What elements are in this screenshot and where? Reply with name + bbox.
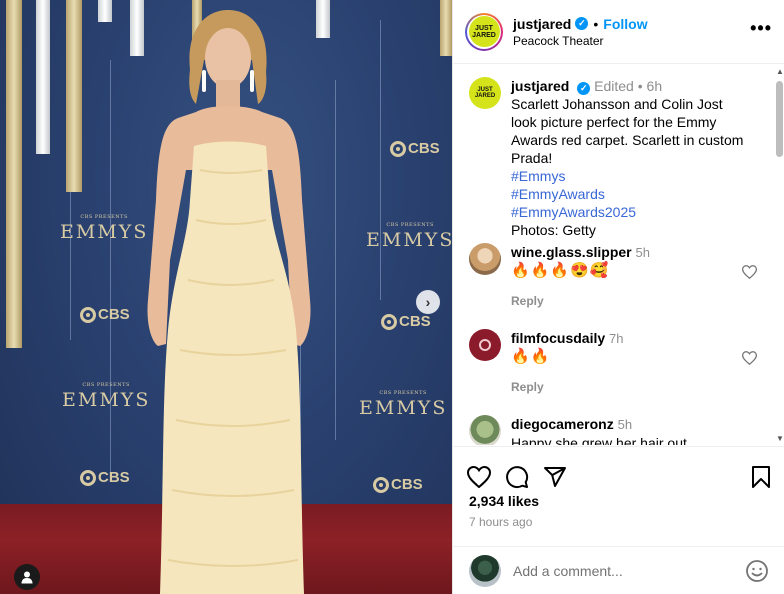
comment-like-icon[interactable] bbox=[742, 351, 757, 365]
person-figure bbox=[147, 10, 311, 594]
reply-button[interactable]: Reply bbox=[511, 378, 769, 396]
comment-like-icon[interactable] bbox=[742, 265, 757, 279]
more-icon[interactable]: ••• bbox=[750, 18, 772, 45]
chevron-right-icon: › bbox=[425, 294, 431, 310]
comment-input[interactable] bbox=[513, 562, 745, 579]
reply-button[interactable]: Reply bbox=[511, 292, 769, 310]
commenter-username[interactable]: diegocameronz bbox=[511, 416, 614, 432]
comment-item: wine.glass.slipper 5h 🔥🔥🔥😍🥰 Reply bbox=[453, 243, 784, 310]
hashtag-link[interactable]: #EmmyAwards bbox=[511, 185, 751, 203]
comment-text: 🔥🔥 bbox=[511, 348, 551, 365]
hashtag-link[interactable]: #Emmys bbox=[511, 167, 751, 185]
like-icon bbox=[467, 466, 491, 488]
save-button[interactable] bbox=[751, 465, 771, 489]
like-button[interactable] bbox=[467, 466, 491, 488]
user-tag-icon bbox=[21, 571, 33, 584]
comments-list[interactable]: ▲ ▼ JUST JARED justjared ✓ Edited • 6h S… bbox=[453, 65, 784, 445]
commenter-username[interactable]: filmfocusdaily bbox=[511, 330, 605, 346]
verified-icon: ✓ bbox=[575, 17, 589, 30]
comment-text: 🔥🔥🔥😍🥰 bbox=[511, 262, 610, 279]
hashtag-link[interactable]: #EmmyAwards2025 bbox=[511, 203, 751, 221]
author-username[interactable]: justjared bbox=[513, 16, 571, 32]
post-photo[interactable]: CBS PRESENTS EMMYS CBS PRESENTS EMMYS CBS … bbox=[0, 0, 452, 594]
caption-time[interactable]: 6h bbox=[647, 78, 663, 94]
save-icon bbox=[752, 466, 770, 488]
comment-item: diegocameronz 5h Happy she grew her hair… bbox=[453, 415, 784, 445]
likes-count[interactable]: 2,934 likes bbox=[453, 493, 784, 509]
share-button[interactable] bbox=[543, 465, 567, 489]
caption-text: Scarlett Johansson and Colin Jost look p… bbox=[511, 96, 744, 166]
edited-label: Edited bbox=[594, 78, 634, 94]
post-header: JUST JARED justjared ✓ • Follow Peacock … bbox=[453, 0, 784, 64]
share-icon bbox=[544, 467, 566, 487]
current-user-avatar[interactable] bbox=[469, 554, 501, 587]
commenter-avatar[interactable] bbox=[469, 243, 501, 275]
comment-item: filmfocusdaily 7h 🔥🔥 Reply bbox=[453, 329, 784, 396]
caption-avatar[interactable]: JUST JARED bbox=[469, 77, 501, 109]
post-actions: 2,934 likes 7 hours ago bbox=[453, 446, 784, 529]
comment-time[interactable]: 5h bbox=[618, 417, 632, 432]
post-caption: JUST JARED justjared ✓ Edited • 6h Scarl… bbox=[453, 65, 784, 239]
post-location[interactable]: Peacock Theater bbox=[513, 34, 750, 48]
comment-time[interactable]: 5h bbox=[636, 245, 650, 260]
follow-button[interactable]: Follow bbox=[603, 16, 647, 32]
emoji-icon[interactable] bbox=[745, 559, 769, 583]
commenter-avatar[interactable] bbox=[469, 329, 501, 361]
comment-text: Happy she grew her hair out bbox=[511, 435, 687, 445]
author-avatar[interactable]: JUST JARED bbox=[465, 12, 503, 51]
post-time[interactable]: 7 hours ago bbox=[453, 515, 784, 529]
comment-button[interactable] bbox=[505, 465, 529, 489]
caption-separator: • bbox=[637, 78, 643, 94]
scrollbar-thumb[interactable] bbox=[776, 81, 783, 157]
photo-credit: Photos: Getty bbox=[511, 222, 596, 238]
verified-icon: ✓ bbox=[577, 81, 591, 95]
commenter-username[interactable]: wine.glass.slipper bbox=[511, 244, 632, 260]
comment-icon bbox=[506, 466, 529, 489]
header-separator: • bbox=[593, 15, 599, 32]
add-comment-bar bbox=[453, 546, 784, 594]
next-image-button[interactable]: › bbox=[416, 290, 440, 314]
post-side-panel: JUST JARED justjared ✓ • Follow Peacock … bbox=[452, 0, 784, 594]
caption-username[interactable]: justjared bbox=[511, 78, 569, 94]
commenter-avatar[interactable] bbox=[469, 415, 501, 445]
scroll-up-arrow[interactable]: ▲ bbox=[775, 67, 784, 76]
comment-time[interactable]: 7h bbox=[609, 331, 623, 346]
user-tag-button[interactable] bbox=[14, 564, 40, 590]
